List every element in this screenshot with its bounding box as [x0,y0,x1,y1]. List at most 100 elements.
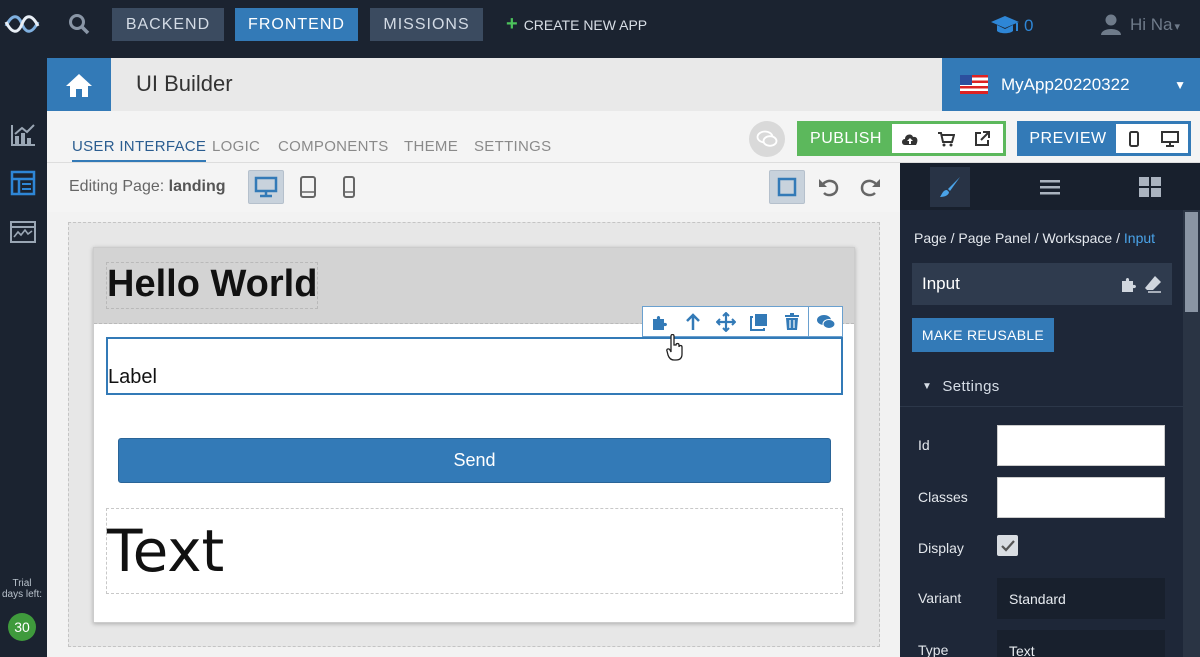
caret-down-icon: ▼ [922,381,933,392]
tablet-icon [300,176,316,198]
type-select[interactable]: Text [997,630,1165,657]
scrollbar-thumb[interactable] [1185,212,1198,312]
dashboard-icon[interactable] [9,220,37,246]
trash-icon[interactable] [775,307,808,336]
duplicate-icon[interactable] [742,307,775,336]
move-icon[interactable] [709,307,742,336]
publish-group: PUBLISH [797,121,1006,156]
desktop-preview-icon[interactable] [1152,124,1188,153]
redo-icon [860,179,880,197]
tab-user-interface[interactable]: USER INTERFACE [72,138,207,162]
page-header: UI Builder MyApp20220322 ▼ [47,58,1200,111]
variant-select[interactable]: Standard [997,578,1165,619]
preview-button[interactable]: PREVIEW [1020,124,1116,153]
create-app-label: CREATE NEW APP [523,16,648,33]
editing-prefix: Editing Page: [69,178,165,195]
mobile-icon [343,176,355,198]
display-checkbox[interactable] [997,535,1018,556]
tab-components[interactable]: COMPONENTS [278,138,389,155]
user-avatar-icon[interactable] [1100,13,1122,35]
id-label: Id [918,437,930,453]
tab-settings[interactable]: SETTINGS [474,138,551,155]
ui-builder-icon[interactable] [9,170,37,196]
heading-hello-world[interactable]: Hello World [106,262,319,309]
comments-icon[interactable] [809,307,842,336]
editing-toolbar: Editing Page: landing [47,163,900,212]
backendless-logo-icon[interactable] [4,12,40,36]
hamburger-icon [1040,179,1060,194]
panel-scrollbar[interactable] [1183,210,1200,657]
tab-theme[interactable]: THEME [404,138,458,155]
display-label: Display [918,540,964,556]
left-sidebar [0,50,47,657]
editing-page-name: landing [168,178,226,195]
analytics-chart-icon[interactable] [9,122,37,148]
component-title-bar: Input [912,263,1172,305]
tab-missions[interactable]: MISSIONS [370,8,483,41]
mobile-view-button[interactable] [331,170,367,204]
components-tab[interactable] [1100,163,1200,210]
trial-label: Trial [12,578,32,589]
grid-icon [1139,176,1161,197]
chevron-down-icon: ▾ [1174,21,1181,33]
cloud-upload-icon[interactable] [892,124,928,153]
breadcrumb-page-panel[interactable]: Page Panel [958,230,1030,246]
publish-button[interactable]: PUBLISH [800,124,892,153]
tablet-view-button[interactable] [290,170,326,204]
app-selector[interactable]: MyApp20220322 ▼ [942,58,1200,111]
builder-tabs-bar: USER INTERFACE LOGIC COMPONENTS THEME SE… [47,111,1200,163]
create-new-app-button[interactable]: + CREATE NEW APP [506,8,647,41]
home-icon [66,73,92,97]
make-reusable-button[interactable]: MAKE REUSABLE [912,318,1054,352]
redo-button[interactable] [853,170,889,204]
cart-icon[interactable] [928,124,964,153]
breadcrumb-workspace[interactable]: Workspace [1042,230,1112,246]
toggle-borders-button[interactable] [769,170,805,204]
editing-page-label: Editing Page: landing [69,178,226,196]
undo-button[interactable] [810,170,846,204]
breadcrumb-page[interactable]: Page [914,230,947,246]
plus-icon: + [506,13,518,35]
trial-days-label: days left: [1,589,43,600]
arrow-up-icon[interactable] [676,307,709,336]
check-icon [1000,539,1015,552]
desktop-view-button[interactable] [248,170,284,204]
input-component[interactable]: Label [106,337,843,395]
user-greeting[interactable]: Hi Na ▾ [1130,15,1180,35]
workspace[interactable]: Hello World Label Send Text [68,222,880,647]
app-name: MyApp20220322 [1001,74,1130,94]
eraser-icon[interactable] [1144,275,1162,298]
settings-section-header[interactable]: ▼ Settings [900,367,1183,407]
tab-frontend[interactable]: FRONTEND [235,8,358,41]
menu-tab[interactable] [1000,163,1100,210]
chevron-down-icon: ▼ [1174,77,1186,92]
styles-tab[interactable] [900,163,1000,210]
page-panel[interactable]: Hello World Label Send Text [93,247,855,623]
canvas-area: Hello World Label Send Text [47,212,900,657]
tab-logic[interactable]: LOGIC [212,138,260,155]
puzzle-icon[interactable] [643,307,676,336]
mobile-preview-icon[interactable] [1116,124,1152,153]
type-label: Type [918,642,949,657]
us-flag-icon [960,75,988,94]
text-content: Text [107,517,225,585]
user-name: Hi Na [1130,15,1173,34]
home-button[interactable] [47,58,111,111]
hand-cursor-icon [666,333,684,362]
desktop-icon [254,176,278,198]
external-link-icon[interactable] [964,124,1000,153]
comments-icon[interactable] [749,121,785,157]
classes-input[interactable] [997,477,1165,518]
search-icon[interactable] [68,13,90,35]
puzzle-icon[interactable] [1120,275,1138,298]
send-button[interactable]: Send [118,438,831,483]
component-action-toolbar [642,306,843,337]
text-component[interactable]: Text [106,508,843,594]
graduation-cap-icon[interactable] [990,14,1020,36]
properties-panel: Page / Page Panel / Workspace / Input In… [900,163,1200,657]
trial-days-badge[interactable]: 30 [8,613,36,641]
tab-backend[interactable]: BACKEND [112,8,224,41]
brush-icon [930,166,970,207]
id-input[interactable] [997,425,1165,466]
page-title: UI Builder [136,71,233,96]
